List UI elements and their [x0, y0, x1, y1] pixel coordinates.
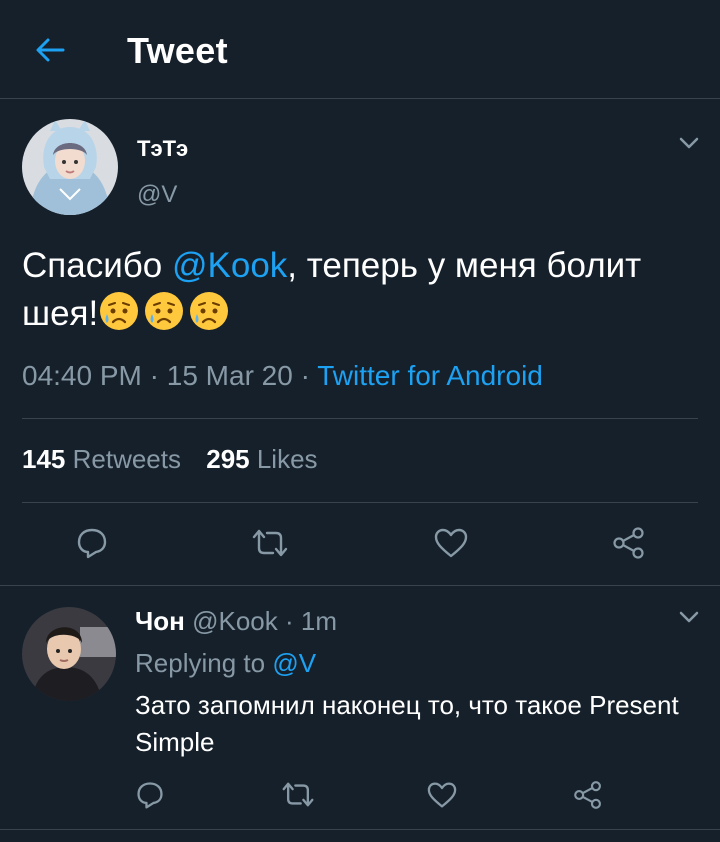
- reply-retweet-button[interactable]: [278, 777, 318, 817]
- reply-icon: [75, 526, 109, 565]
- retweet-icon: [281, 781, 315, 813]
- tweet-options-button[interactable]: [674, 130, 704, 160]
- reply-button[interactable]: [72, 525, 112, 565]
- tweet-date: 15 Mar 20: [166, 360, 293, 391]
- reply-author-name[interactable]: Чон: [135, 606, 185, 636]
- retweets-stat[interactable]: 145 Retweets: [22, 444, 181, 474]
- likes-stat[interactable]: 295 Likes: [206, 444, 317, 474]
- retweets-label: Retweets: [65, 444, 181, 474]
- retweet-icon: [251, 528, 289, 563]
- likes-label: Likes: [249, 444, 318, 474]
- sad-relieved-face-icon: [98, 290, 140, 332]
- sad-relieved-face-icon: [143, 290, 185, 332]
- author-avatar[interactable]: [22, 119, 118, 215]
- reply-share-button[interactable]: [568, 777, 608, 817]
- arrow-left-icon: [35, 37, 65, 68]
- tweet-meta: 04:40 PM · 15 Mar 20 · Twitter for Andro…: [22, 360, 543, 392]
- replying-to-prefix: Replying to: [135, 648, 273, 678]
- share-button[interactable]: [609, 525, 649, 565]
- divider: [22, 418, 698, 419]
- reply-like-button[interactable]: [422, 777, 462, 817]
- reply-icon: [135, 780, 165, 815]
- chevron-down-icon: [678, 136, 700, 155]
- like-button[interactable]: [431, 525, 471, 565]
- sad-relieved-face-icon: [188, 290, 230, 332]
- tweet-text-before: Спасибо: [22, 246, 172, 285]
- reply-author-handle[interactable]: @Kook: [185, 606, 278, 636]
- tweet-text: Спасибо @Kook, теперь у меня болит шея!: [22, 242, 702, 338]
- likes-count: 295: [206, 444, 250, 474]
- tweet-source-link[interactable]: Twitter for Android: [317, 360, 543, 391]
- reply-options-button[interactable]: [674, 604, 704, 634]
- chevron-down-icon: [678, 610, 700, 629]
- meta-separator: ·: [292, 360, 318, 391]
- divider: [0, 829, 720, 830]
- reply-author-avatar[interactable]: [22, 607, 116, 701]
- divider: [0, 585, 720, 586]
- reply-time: 1m: [300, 606, 337, 636]
- share-icon: [572, 780, 604, 815]
- tweet-time: 04:40 PM: [22, 360, 142, 391]
- replying-to: Replying to @V: [135, 648, 316, 679]
- author-handle[interactable]: @V: [137, 181, 177, 209]
- heart-icon: [426, 781, 458, 814]
- heart-icon: [433, 527, 469, 564]
- back-button[interactable]: [30, 32, 70, 72]
- page-title: Tweet: [127, 30, 228, 71]
- retweets-count: 145: [22, 444, 66, 474]
- reply-reply-button[interactable]: [130, 777, 170, 817]
- divider: [22, 502, 698, 503]
- reply-header: Чон @Kook · 1m: [135, 606, 337, 637]
- top-app-bar: Tweet: [0, 0, 720, 99]
- mention-link[interactable]: @Kook: [172, 246, 287, 285]
- author-name[interactable]: ТэТэ: [137, 136, 188, 162]
- tweet-stats: 145 Retweets 295 Likes: [22, 444, 336, 475]
- share-icon: [611, 526, 647, 565]
- reply-text: Зато запомнил наконец то, что такое Pres…: [135, 690, 679, 757]
- replying-to-mention[interactable]: @V: [272, 648, 316, 678]
- meta-separator: ·: [141, 360, 167, 391]
- retweet-button[interactable]: [250, 525, 290, 565]
- meta-separator: ·: [277, 606, 301, 636]
